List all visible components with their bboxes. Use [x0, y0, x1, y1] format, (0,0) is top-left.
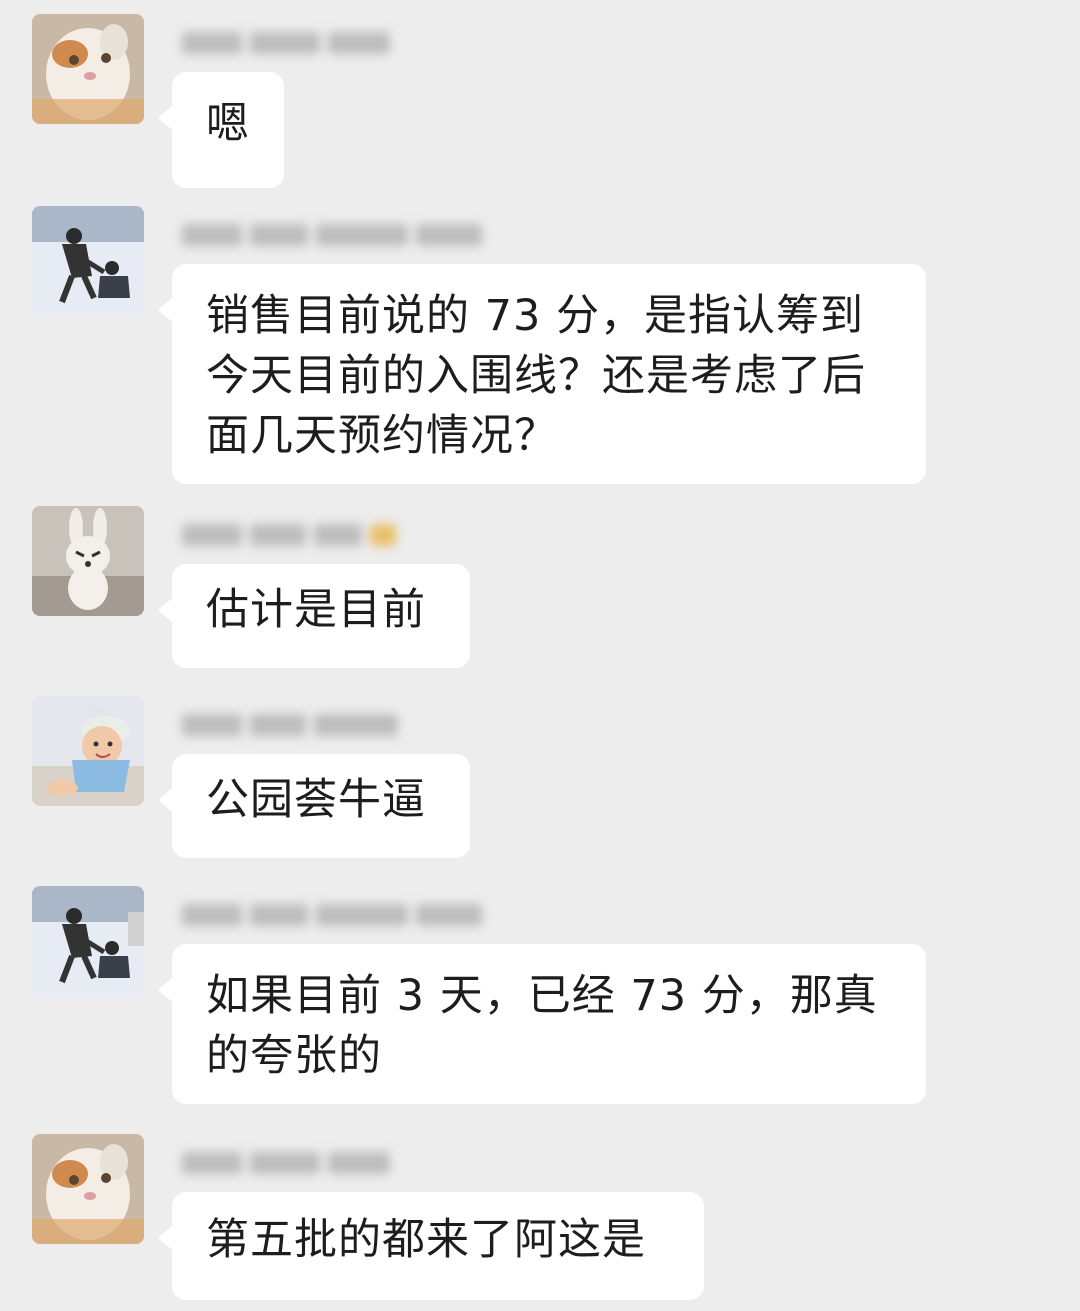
- sender-name-blurred: [182, 26, 390, 60]
- sender-name-blurred: [182, 518, 396, 552]
- sender-name-blurred: [182, 898, 482, 932]
- sender-name-blurred: [182, 1146, 390, 1180]
- people-snow-avatar[interactable]: [32, 206, 144, 316]
- cat-avatar[interactable]: [32, 14, 144, 124]
- message-bubble[interactable]: 如果目前 3 天，已经 73 分，那真的夸张的: [158, 944, 926, 1104]
- people-snow-avatar[interactable]: [32, 886, 144, 996]
- message-text: 公园荟牛逼: [206, 775, 426, 825]
- baby-avatar[interactable]: [32, 696, 144, 806]
- message-text: 如果目前 3 天，已经 73 分，那真的夸张的: [206, 971, 878, 1081]
- message-text: 销售目前说的 73 分，是指认筹到今天目前的入围线？还是考虑了后面几天预约情况？: [206, 291, 866, 461]
- message-bubble[interactable]: 销售目前说的 73 分，是指认筹到今天目前的入围线？还是考虑了后面几天预约情况？: [158, 264, 926, 484]
- cat-avatar[interactable]: [32, 1134, 144, 1244]
- message-bubble[interactable]: 估计是目前: [158, 564, 470, 668]
- message-bubble[interactable]: 嗯: [158, 72, 284, 188]
- message-bubble[interactable]: 公园荟牛逼: [158, 754, 470, 858]
- rabbit-avatar[interactable]: [32, 506, 144, 616]
- message-text: 估计是目前: [206, 585, 426, 635]
- message-text: 第五批的都来了阿这是: [206, 1215, 646, 1265]
- chat-window: 嗯 销售目前说的 73 分，是指认筹到今天目前的入围线？还是考虑了后面几天预约情…: [0, 0, 1080, 1311]
- sender-name-blurred: [182, 218, 482, 252]
- message-bubble[interactable]: 第五批的都来了阿这是: [158, 1192, 704, 1300]
- sender-name-blurred: [182, 708, 398, 742]
- message-text: 嗯: [206, 99, 250, 149]
